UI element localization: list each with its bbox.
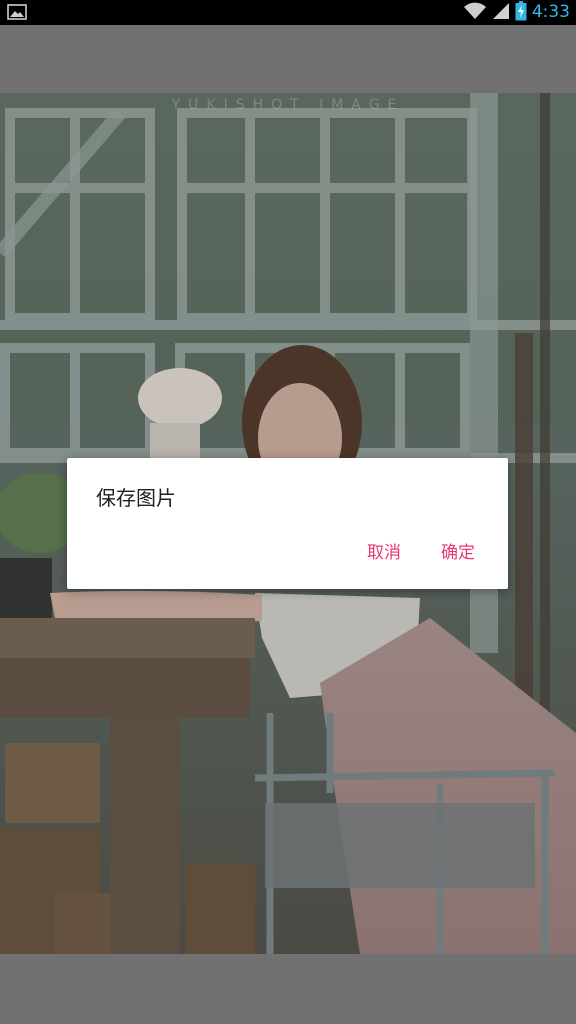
confirm-button[interactable]: 确定	[441, 538, 475, 563]
battery-charging-icon	[515, 0, 527, 25]
status-time: 4:33	[531, 2, 570, 22]
dialog-actions: 取消 确定	[367, 538, 475, 563]
cancel-button[interactable]: 取消	[367, 538, 401, 563]
cell-signal-icon	[492, 2, 510, 24]
wifi-icon	[463, 2, 487, 24]
app-header	[0, 25, 576, 93]
image-notification-icon	[7, 4, 27, 20]
status-bar: 4:33	[0, 0, 576, 25]
photo-watermark: YUKISHOT IMAGE	[171, 97, 405, 113]
status-icons: 4:33	[463, 0, 570, 25]
dialog-title: 保存图片	[96, 486, 176, 510]
save-image-dialog: 保存图片 取消 确定	[67, 458, 508, 589]
bottom-area	[0, 954, 576, 1024]
